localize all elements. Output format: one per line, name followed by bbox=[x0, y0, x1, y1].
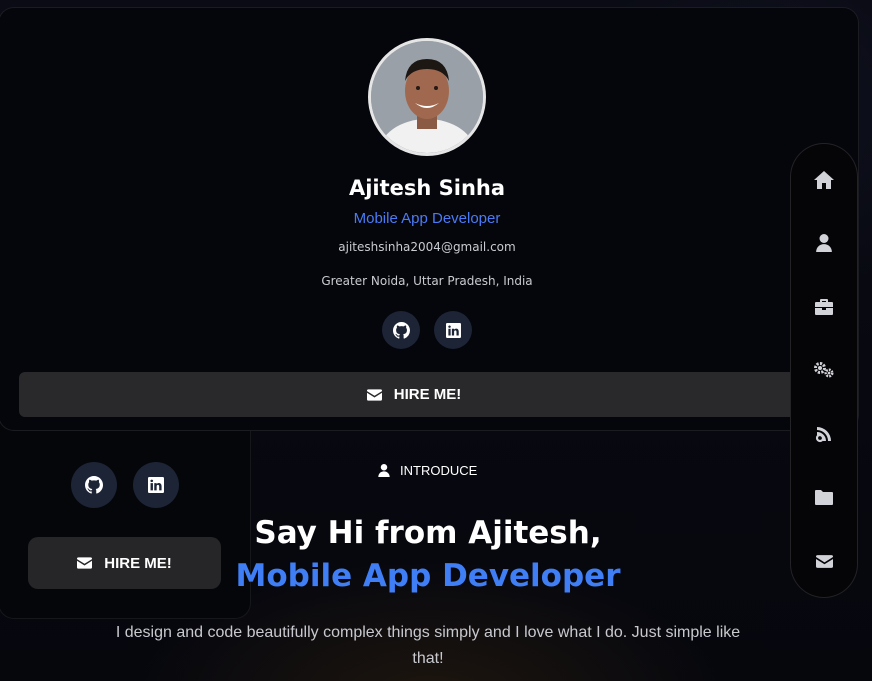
envelope-icon bbox=[366, 388, 382, 401]
profile-name: Ajitesh Sinha bbox=[348, 176, 506, 200]
home-icon[interactable] bbox=[804, 160, 844, 200]
profile-role: Mobile App Developer bbox=[353, 210, 501, 227]
avatar bbox=[368, 38, 486, 156]
briefcase-icon[interactable] bbox=[804, 287, 844, 327]
user-icon[interactable] bbox=[804, 223, 844, 263]
background-social-links bbox=[71, 462, 179, 508]
headline-line-1: Say Hi from Ajitesh, bbox=[254, 515, 602, 551]
headline-line-2: Mobile App Developer bbox=[235, 558, 621, 594]
hire-me-button[interactable]: HIRE ME! bbox=[19, 372, 809, 417]
intro-label-text: INTRODUCE bbox=[400, 463, 478, 478]
cogs-icon[interactable] bbox=[804, 350, 844, 390]
profile-email: ajiteshsinha2004@gmail.com bbox=[338, 240, 516, 254]
folder-icon[interactable] bbox=[804, 478, 844, 518]
intro-label: INTRODUCE bbox=[378, 463, 477, 478]
linkedin-icon[interactable] bbox=[133, 462, 179, 508]
user-icon bbox=[378, 464, 390, 477]
headline: Say Hi from Ajitesh, Mobile App Develope… bbox=[0, 512, 856, 598]
envelope-icon[interactable] bbox=[804, 541, 844, 581]
blog-icon[interactable] bbox=[804, 414, 844, 454]
linkedin-icon[interactable] bbox=[434, 311, 472, 349]
hire-me-label: HIRE ME! bbox=[393, 386, 462, 403]
profile-location: Greater Noida, Uttar Pradesh, India bbox=[321, 274, 533, 288]
social-links bbox=[382, 311, 472, 349]
github-icon[interactable] bbox=[382, 311, 420, 349]
profile-card: Ajitesh Sinha Mobile App Developer ajite… bbox=[0, 7, 859, 431]
github-icon[interactable] bbox=[71, 462, 117, 508]
side-navigation bbox=[790, 143, 858, 598]
intro-description: I design and code beautifully complex th… bbox=[115, 624, 741, 667]
